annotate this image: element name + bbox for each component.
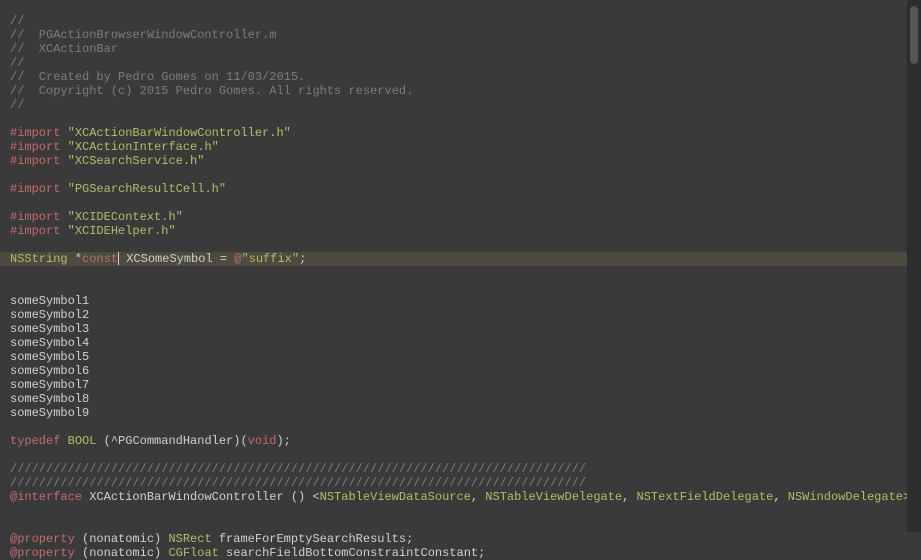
divider: ////////////////////////////////////////… [10, 462, 586, 476]
property-name: frameForEmptySearchResults; [212, 532, 414, 546]
divider: ////////////////////////////////////////… [10, 476, 586, 490]
property-keyword: @property [10, 546, 75, 560]
code-line: #import "XCActionInterface.h" [10, 140, 219, 154]
property-keyword: @property [10, 532, 75, 546]
interface-keyword: @interface [10, 490, 82, 504]
class-name: XCActionBarWindowController () < [82, 490, 320, 504]
typedef-keyword: typedef [10, 434, 60, 448]
symbol: someSymbol1 [10, 294, 89, 308]
void-keyword: void [248, 434, 277, 448]
code-line: @property (nonatomic) CGFloat searchFiel… [10, 546, 485, 560]
comment-line: // PGActionBrowserWindowController.m [10, 28, 276, 42]
import-header: "XCSearchService.h" [68, 154, 205, 168]
symbol: someSymbol8 [10, 392, 89, 406]
import-keyword: #import [10, 154, 60, 168]
import-header: "PGSearchResultCell.h" [68, 182, 226, 196]
symbol: someSymbol3 [10, 322, 89, 336]
property-attrs: (nonatomic) [75, 546, 169, 560]
property-name: searchFieldBottomConstraintConstant; [219, 546, 485, 560]
string-literal: "suffix" [241, 252, 299, 266]
import-header: "XCActionBarWindowController.h" [68, 126, 291, 140]
symbol: someSymbol6 [10, 364, 89, 378]
comment-line: // Created by Pedro Gomes on 11/03/2015. [10, 70, 305, 84]
type-name: BOOL [68, 434, 97, 448]
comment-line: // XCActionBar [10, 42, 118, 56]
import-keyword: #import [10, 140, 60, 154]
code-editor[interactable]: // // PGActionBrowserWindowController.m … [0, 0, 921, 560]
import-keyword: #import [10, 224, 60, 238]
symbol: someSymbol4 [10, 336, 89, 350]
const-keyword: const [82, 252, 118, 266]
symbol-name: XCSomeSymbol = [119, 252, 234, 266]
comma: , [471, 490, 485, 504]
code-line: typedef BOOL (^PGCommandHandler)(void); [10, 434, 291, 448]
type-name: NSRect [168, 532, 211, 546]
comment-line: // [10, 56, 24, 70]
current-line: NSString *const XCSomeSymbol = @"suffix"… [0, 252, 921, 266]
vertical-scrollbar[interactable] [907, 0, 921, 532]
semicolon: ; [299, 252, 306, 266]
import-header: "XCIDEHelper.h" [68, 224, 176, 238]
symbol: someSymbol7 [10, 378, 89, 392]
type-name: CGFloat [168, 546, 218, 560]
code-line: #import "PGSearchResultCell.h" [10, 182, 226, 196]
code-line: #import "XCIDEHelper.h" [10, 224, 176, 238]
protocol: NSTableViewDelegate [485, 490, 622, 504]
import-header: "XCActionInterface.h" [68, 140, 219, 154]
comma: , [622, 490, 636, 504]
block-type: (^PGCommandHandler)( [96, 434, 247, 448]
paren-semi: ); [276, 434, 290, 448]
import-header: "XCIDEContext.h" [68, 210, 183, 224]
code-line: @property (nonatomic) NSRect frameForEmp… [10, 532, 413, 546]
operator-star: * [68, 252, 82, 266]
type-name: NSString [10, 252, 68, 266]
code-line: #import "XCSearchService.h" [10, 154, 204, 168]
protocol: NSTableViewDataSource [320, 490, 471, 504]
code-line: #import "XCActionBarWindowController.h" [10, 126, 291, 140]
code-line: @interface XCActionBarWindowController (… [10, 490, 910, 504]
protocol: NSWindowDelegate [788, 490, 903, 504]
protocol: NSTextFieldDelegate [637, 490, 774, 504]
import-keyword: #import [10, 126, 60, 140]
code-line: #import "XCIDEContext.h" [10, 210, 183, 224]
symbol: someSymbol2 [10, 308, 89, 322]
import-keyword: #import [10, 210, 60, 224]
comma: , [773, 490, 787, 504]
property-attrs: (nonatomic) [75, 532, 169, 546]
symbol: someSymbol5 [10, 350, 89, 364]
comment-line: // Copyright (c) 2015 Pedro Gomes. All r… [10, 84, 413, 98]
comment-line: // [10, 98, 24, 112]
symbol: someSymbol9 [10, 406, 89, 420]
comment-line: // [10, 14, 24, 28]
scrollbar-thumb[interactable] [910, 6, 918, 64]
import-keyword: #import [10, 182, 60, 196]
